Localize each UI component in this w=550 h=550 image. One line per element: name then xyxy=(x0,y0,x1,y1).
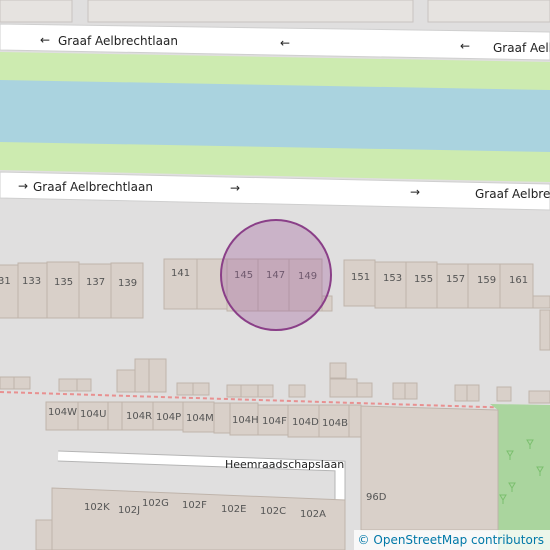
location-marker[interactable] xyxy=(220,219,332,331)
house-number: 102F xyxy=(182,500,207,511)
house-number: 102G xyxy=(142,498,169,509)
house-number: 104R xyxy=(126,411,152,422)
house-number: 159 xyxy=(477,275,496,286)
house-number: 141 xyxy=(171,268,190,279)
house-number: 104U xyxy=(80,409,106,420)
house-number: 104B xyxy=(322,418,348,429)
attribution-link[interactable]: OpenStreetMap contributors xyxy=(373,533,544,547)
street-label: Heemraadschapslaan xyxy=(225,458,344,471)
oneway-arrow: ← xyxy=(40,33,50,47)
street-label: Graaf Aelbrechtlaan xyxy=(475,187,550,201)
house-number: 104M xyxy=(186,413,214,424)
house-number: 161 xyxy=(509,275,528,286)
copyright-symbol[interactable]: © xyxy=(358,533,370,547)
building-small-bottom xyxy=(35,519,53,550)
house-number: 104D xyxy=(292,417,319,428)
house-number: 157 xyxy=(446,274,465,285)
building-top-middle xyxy=(87,0,414,23)
oneway-arrow: → xyxy=(18,179,28,193)
house-number: 133 xyxy=(22,276,41,287)
house-number: 96D xyxy=(366,492,387,503)
house-number: 102A xyxy=(300,509,326,520)
water-canal xyxy=(0,80,550,152)
map-canvas[interactable]: ← Graaf Aelbrechtlaan ← ← Graaf Aelbrech… xyxy=(0,0,550,550)
house-number: 102K xyxy=(84,502,110,513)
oneway-arrow: → xyxy=(230,181,240,195)
house-number: 102J xyxy=(118,505,140,516)
oneway-arrow: ← xyxy=(280,36,290,50)
attribution[interactable]: © OpenStreetMap contributors xyxy=(353,530,550,550)
building-top-left xyxy=(0,0,73,23)
house-number: 104F xyxy=(262,416,287,427)
house-number: 31 xyxy=(0,276,11,287)
sheds xyxy=(0,358,550,404)
house-number: 155 xyxy=(414,274,433,285)
house-number: 139 xyxy=(118,278,137,289)
street-label: Graaf Aelbrechtlaan xyxy=(58,34,178,48)
house-number: 104W xyxy=(48,407,77,418)
oneway-arrow: → xyxy=(410,185,420,199)
house-number: 102E xyxy=(221,504,246,515)
map-view[interactable]: ← Graaf Aelbrechtlaan ← ← Graaf Aelbrech… xyxy=(0,0,550,550)
house-number: 104H xyxy=(232,415,259,426)
house-number: 151 xyxy=(351,272,370,283)
building-top-right xyxy=(427,0,550,23)
street-label: Graaf Aelbrechtlaan xyxy=(493,41,550,55)
house-number: 137 xyxy=(86,277,105,288)
oneway-arrow: ← xyxy=(460,39,470,53)
house-number: 135 xyxy=(54,277,73,288)
house-number: 104P xyxy=(156,412,181,423)
street-label: Graaf Aelbrechtlaan xyxy=(33,180,153,194)
house-number: 102C xyxy=(260,506,286,517)
house-number: 153 xyxy=(383,273,402,284)
park-area xyxy=(490,404,550,550)
